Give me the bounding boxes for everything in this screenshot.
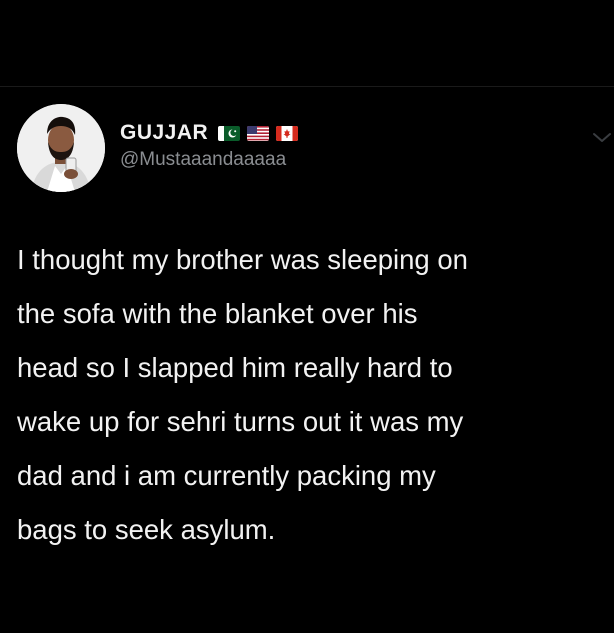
tweet-text-line: the sofa with the blanket over his — [17, 298, 418, 329]
display-name-row: GUJJAR — [120, 120, 305, 146]
divider — [0, 86, 614, 87]
flags — [218, 125, 305, 141]
tweet-text-line: bags to seek asylum. — [17, 514, 276, 545]
tweet-text-line: dad and i am currently packing my — [17, 460, 436, 491]
author-info: GUJJAR @Mustaaandaaaaa — [120, 120, 305, 171]
pakistan-flag-icon — [218, 125, 241, 141]
usa-flag-icon — [247, 125, 270, 141]
chevron-down-icon[interactable] — [591, 131, 613, 145]
tweet-text: I thought my brother was sleeping on the… — [17, 233, 607, 557]
tweet-text-line: head so I slapped him really hard to — [17, 352, 453, 383]
avatar[interactable] — [17, 104, 105, 192]
tweet-text-line: I thought my brother was sleeping on — [17, 244, 468, 275]
tweet-text-line: wake up for sehri turns out it was my — [17, 406, 464, 437]
tweet-card: GUJJAR @Mustaaandaaaaa I thought my brot… — [0, 0, 614, 633]
tweet-header: GUJJAR @Mustaaandaaaaa — [17, 104, 611, 200]
display-name[interactable]: GUJJAR — [120, 121, 208, 145]
avatar-image — [17, 104, 105, 192]
canada-flag-icon — [276, 125, 299, 141]
author-handle[interactable]: @Mustaaandaaaaa — [120, 149, 305, 171]
